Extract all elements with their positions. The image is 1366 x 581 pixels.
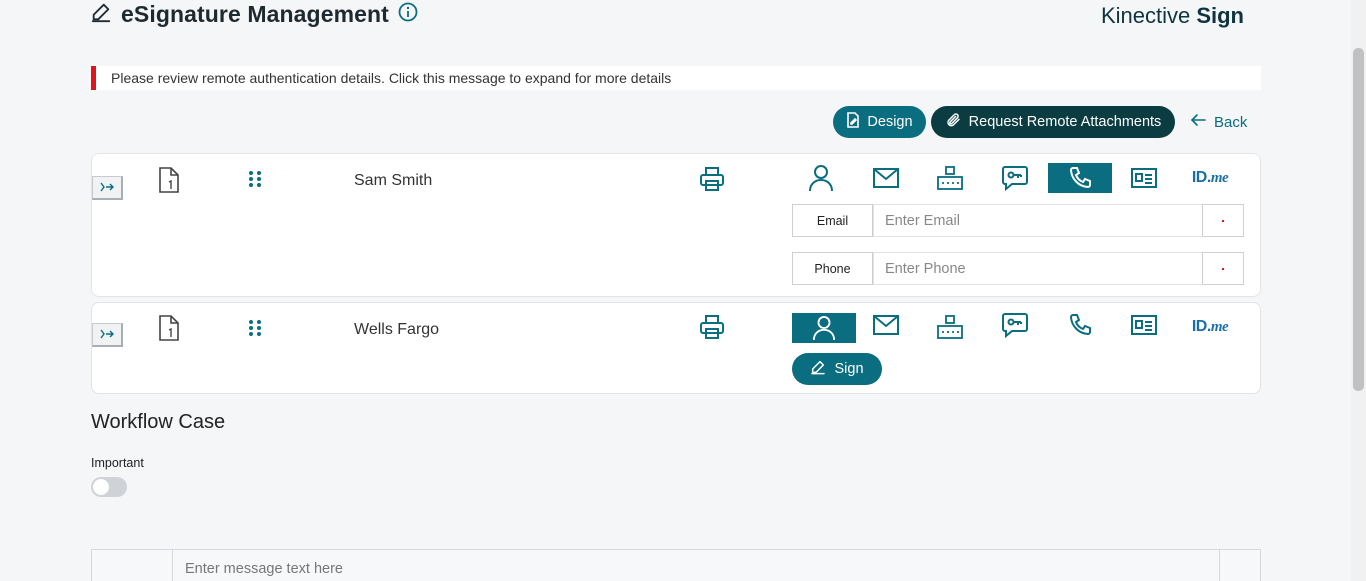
signer-name: Sam Smith	[354, 172, 433, 189]
message-composer	[91, 549, 1261, 581]
kba-icon[interactable]	[918, 163, 982, 193]
kba-icon[interactable]	[918, 312, 982, 342]
id-me-logo[interactable]: ID.me	[1178, 163, 1242, 193]
page-header: eSignature Management	[90, 0, 418, 28]
phone-icon[interactable]	[1048, 163, 1112, 193]
arrow-left-icon	[1190, 113, 1206, 131]
drag-handle-icon[interactable]	[248, 170, 262, 188]
sms-otp-icon[interactable]	[983, 163, 1047, 193]
message-input[interactable]	[172, 550, 1220, 581]
expand-arrow-icon	[100, 326, 114, 344]
important-toggle[interactable]	[91, 477, 127, 497]
phone-field-label: Phone	[792, 252, 873, 285]
document-edit-icon	[846, 112, 860, 132]
important-label: Important	[91, 456, 144, 470]
sign-button[interactable]: Sign	[792, 353, 882, 385]
printer-icon[interactable]	[699, 166, 725, 192]
email-icon[interactable]	[854, 163, 918, 193]
signer-card: Wells Fargo ID.me Sign	[91, 302, 1261, 394]
remote-auth-alert[interactable]: Please review remote authentication deta…	[91, 66, 1261, 90]
pen-icon	[90, 1, 112, 28]
paperclip-icon	[945, 112, 961, 132]
expand-toggle[interactable]	[92, 323, 123, 347]
request-remote-attachments-button[interactable]: Request Remote Attachments	[931, 106, 1175, 138]
email-field-label: Email	[792, 204, 873, 237]
toggle-knob	[93, 479, 109, 495]
brand-logo: Kinective Sign	[1100, 3, 1244, 28]
pen-icon	[810, 359, 826, 379]
sms-otp-icon[interactable]	[983, 310, 1047, 340]
email-field[interactable]	[873, 204, 1203, 237]
drag-handle-icon[interactable]	[248, 319, 262, 337]
phone-field[interactable]	[873, 252, 1203, 285]
workflow-case-title: Workflow Case	[91, 411, 226, 433]
signer-name: Wells Fargo	[354, 321, 440, 338]
back-button[interactable]: Back	[1190, 110, 1247, 134]
document-icon[interactable]	[158, 167, 180, 193]
phone-field-action[interactable]	[1202, 252, 1244, 285]
document-icon[interactable]	[158, 315, 180, 341]
email-icon[interactable]	[854, 310, 918, 340]
expand-arrow-icon	[100, 179, 114, 197]
phone-icon[interactable]	[1048, 310, 1112, 340]
scrollbar-thumb[interactable]	[1353, 48, 1364, 391]
in-person-icon[interactable]	[792, 313, 856, 343]
alert-message: Please review remote authentication deta…	[111, 70, 672, 86]
in-person-icon[interactable]	[789, 163, 853, 193]
id-me-logo[interactable]: ID.me	[1178, 312, 1242, 342]
id-card-icon[interactable]	[1112, 163, 1176, 193]
info-icon[interactable]	[398, 2, 418, 27]
id-card-icon[interactable]	[1112, 310, 1176, 340]
printer-icon[interactable]	[699, 314, 725, 340]
email-field-action[interactable]	[1202, 204, 1244, 237]
design-button[interactable]: Design	[833, 106, 926, 138]
signer-card: Sam Smith ID.me Email Phone	[91, 153, 1261, 297]
page-title: eSignature Management	[121, 0, 389, 27]
expand-toggle[interactable]	[92, 176, 123, 200]
